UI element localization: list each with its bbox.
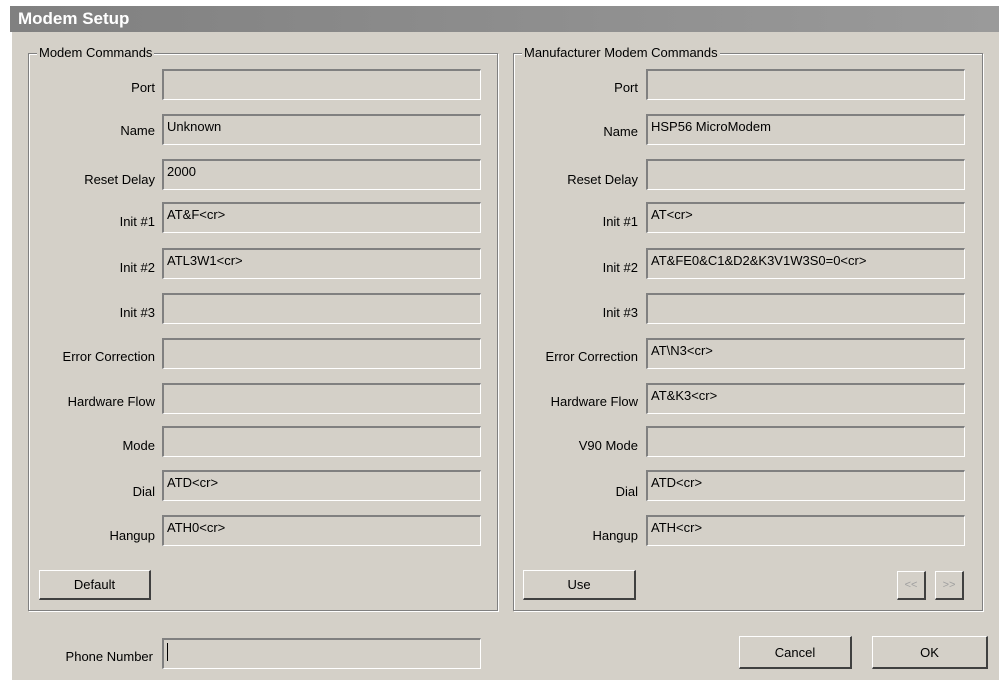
init2-field[interactable]: ATL3W1<cr> — [162, 248, 481, 279]
mfr-label-reset-delay: Reset Delay — [567, 172, 638, 187]
text-cursor — [167, 643, 168, 661]
mfr-label-v90-mode: V90 Mode — [578, 438, 638, 453]
init1-field[interactable]: AT&F<cr> — [162, 202, 481, 233]
label-port: Port — [131, 80, 155, 95]
mfr-dial-field[interactable]: ATD<cr> — [646, 470, 965, 501]
mfr-v90-mode-field[interactable] — [646, 426, 965, 457]
mode-field[interactable] — [162, 426, 481, 457]
prev-button[interactable]: << — [897, 571, 926, 600]
mfr-label-init1: Init #1 — [602, 214, 638, 229]
manufacturer-commands-title: Manufacturer Modem Commands — [522, 45, 720, 61]
next-button[interactable]: >> — [935, 571, 964, 600]
mfr-label-hangup: Hangup — [592, 528, 638, 543]
mfr-label-init3: Init #3 — [602, 305, 638, 320]
label-reset-delay: Reset Delay — [84, 172, 155, 187]
default-button[interactable]: Default — [39, 570, 151, 600]
mfr-init3-field[interactable] — [646, 293, 965, 324]
mfr-label-hardware-flow: Hardware Flow — [550, 394, 638, 409]
mfr-hangup-field[interactable]: ATH<cr> — [646, 515, 965, 546]
reset-delay-field[interactable]: 2000 — [162, 159, 481, 190]
hardware-flow-field[interactable] — [162, 383, 481, 414]
error-correction-field[interactable] — [162, 338, 481, 369]
ok-button[interactable]: OK — [872, 636, 988, 669]
init3-field[interactable] — [162, 293, 481, 324]
phone-number-label: Phone Number — [65, 649, 153, 664]
label-init2: Init #2 — [119, 260, 155, 275]
mfr-label-init2: Init #2 — [602, 260, 638, 275]
mfr-label-dial: Dial — [615, 484, 638, 499]
label-hangup: Hangup — [109, 528, 155, 543]
label-dial: Dial — [132, 484, 155, 499]
label-init1: Init #1 — [119, 214, 155, 229]
mfr-port-field[interactable] — [646, 69, 965, 100]
port-field[interactable] — [162, 69, 481, 100]
mfr-init1-field[interactable]: AT<cr> — [646, 202, 965, 233]
mfr-label-error-correction: Error Correction — [545, 349, 638, 364]
use-button[interactable]: Use — [523, 570, 636, 600]
name-field[interactable]: Unknown — [162, 114, 481, 145]
label-name: Name — [120, 123, 155, 138]
dial-field[interactable]: ATD<cr> — [162, 470, 481, 501]
mfr-init2-field[interactable]: AT&FE0&C1&D2&K3V1W3S0=0<cr> — [646, 248, 965, 279]
mfr-reset-delay-field[interactable] — [646, 159, 965, 190]
label-mode: Mode — [122, 438, 155, 453]
mfr-hardware-flow-field[interactable]: AT&K3<cr> — [646, 383, 965, 414]
label-error-correction: Error Correction — [62, 349, 155, 364]
hangup-field[interactable]: ATH0<cr> — [162, 515, 481, 546]
mfr-label-name: Name — [603, 124, 638, 139]
modem-commands-title: Modem Commands — [37, 45, 155, 61]
phone-number-field[interactable] — [162, 638, 481, 669]
label-hardware-flow: Hardware Flow — [67, 394, 155, 409]
mfr-error-correction-field[interactable]: AT\N3<cr> — [646, 338, 965, 369]
mfr-label-port: Port — [614, 80, 638, 95]
cancel-button[interactable]: Cancel — [739, 636, 852, 669]
window-title: Modem Setup — [10, 6, 999, 32]
mfr-name-field[interactable]: HSP56 MicroModem — [646, 114, 965, 145]
label-init3: Init #3 — [119, 305, 155, 320]
